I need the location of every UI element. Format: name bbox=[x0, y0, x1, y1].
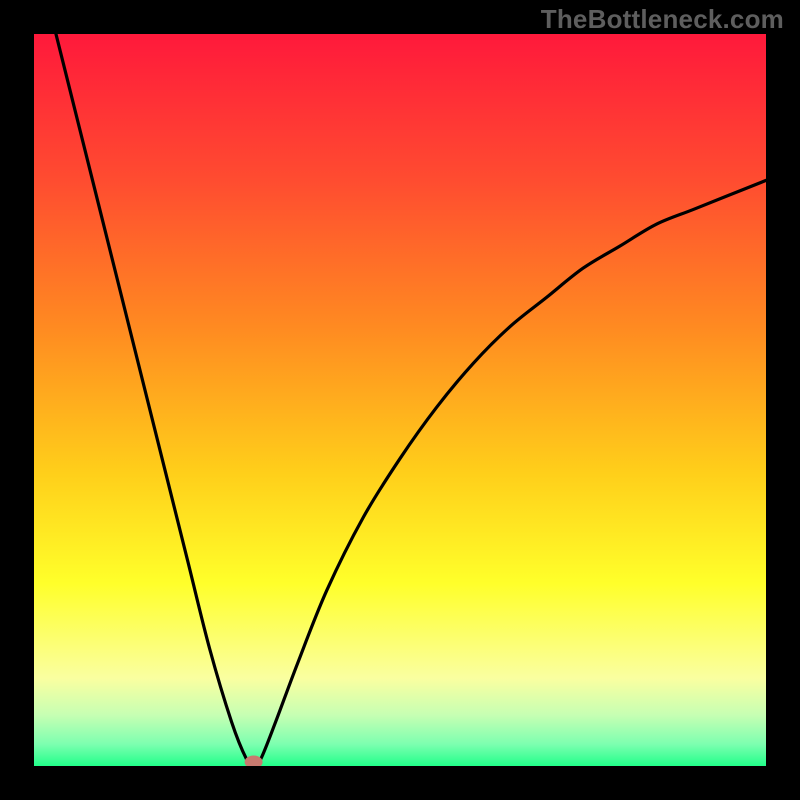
watermark-label: TheBottleneck.com bbox=[541, 4, 784, 35]
chart-frame: TheBottleneck.com bbox=[0, 0, 800, 800]
plot-area bbox=[34, 34, 766, 766]
gradient-background bbox=[34, 34, 766, 766]
chart-canvas bbox=[34, 34, 766, 766]
